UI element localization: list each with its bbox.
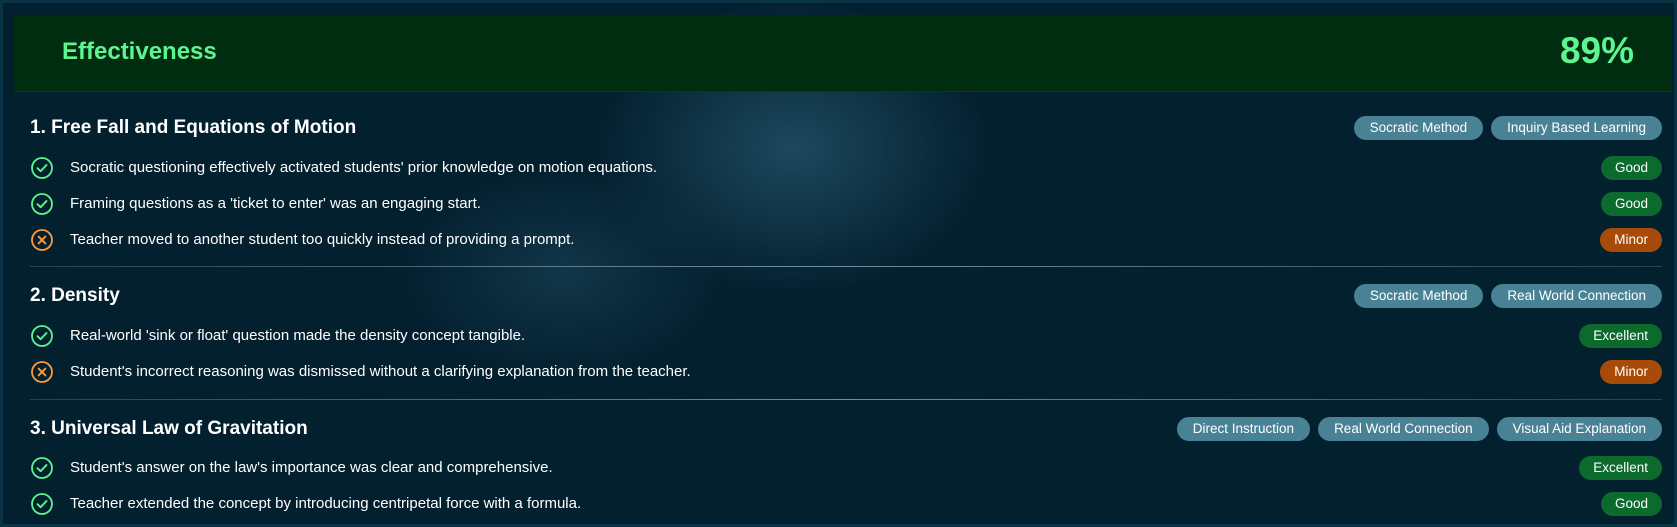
tag-direct-instruction: Direct Instruction — [1176, 417, 1311, 441]
list-item: Teacher extended the concept by introduc… — [3, 490, 1677, 518]
effectiveness-header: Effectiveness 89% — [14, 15, 1672, 92]
check-circle-icon — [31, 157, 53, 179]
rating-badge: Excellent — [1579, 324, 1662, 348]
section-divider — [30, 266, 1662, 267]
rating-badge: Minor — [1600, 228, 1662, 252]
list-item: Teacher moved to another student too qui… — [3, 226, 1677, 254]
item-text: Student's answer on the law's importance… — [70, 459, 553, 476]
item-text: Student's incorrect reasoning was dismis… — [70, 363, 691, 380]
check-circle-icon — [31, 493, 53, 515]
item-text: Real-world 'sink or float' question made… — [70, 327, 526, 344]
item-text: Teacher extended the concept by introduc… — [70, 495, 582, 512]
tag-socratic-method: Socratic Method — [1353, 116, 1484, 140]
tag-real-world-connection: Real World Connection — [1318, 417, 1489, 441]
x-circle-icon — [31, 361, 53, 383]
rating-badge: Good — [1600, 156, 1662, 180]
tag-list: Socratic Method Inquiry Based Learning — [1353, 116, 1662, 140]
check-circle-icon — [31, 325, 53, 347]
item-text: Framing questions as a 'ticket to enter'… — [70, 195, 481, 212]
list-item: Student's incorrect reasoning was dismis… — [3, 358, 1677, 386]
tag-visual-aid-explanation: Visual Aid Explanation — [1496, 417, 1662, 441]
rating-badge: Good — [1600, 492, 1662, 516]
rating-badge: Minor — [1600, 360, 1662, 384]
header-title: Effectiveness — [62, 38, 217, 65]
check-circle-icon — [31, 193, 53, 215]
check-circle-icon — [31, 457, 53, 479]
list-item: Socratic questioning effectively activat… — [3, 154, 1677, 182]
list-item: Real-world 'sink or float' question made… — [3, 322, 1677, 350]
x-circle-icon — [31, 229, 53, 251]
list-item: Student's answer on the law's importance… — [3, 454, 1677, 482]
tag-real-world-connection: Real World Connection — [1491, 284, 1662, 308]
section-divider — [30, 399, 1662, 400]
section-title: 3. Universal Law of Gravitation — [30, 418, 308, 439]
tag-inquiry-based-learning: Inquiry Based Learning — [1491, 116, 1662, 140]
section-title: 2. Density — [30, 285, 120, 306]
tag-list: Direct Instruction Real World Connection… — [1176, 417, 1662, 441]
tag-socratic-method: Socratic Method — [1353, 284, 1484, 308]
rating-badge: Excellent — [1579, 456, 1662, 480]
effectiveness-score: 89% — [1559, 30, 1634, 71]
rating-badge: Good — [1600, 192, 1662, 216]
effectiveness-panel: Effectiveness 89% 1. Free Fall and Equat… — [0, 0, 1677, 527]
tag-list: Socratic Method Real World Connection — [1353, 284, 1662, 308]
item-text: Teacher moved to another student too qui… — [70, 231, 575, 248]
item-text: Socratic questioning effectively activat… — [70, 159, 658, 176]
list-item: Framing questions as a 'ticket to enter'… — [3, 190, 1677, 218]
section-title: 1. Free Fall and Equations of Motion — [30, 117, 357, 138]
